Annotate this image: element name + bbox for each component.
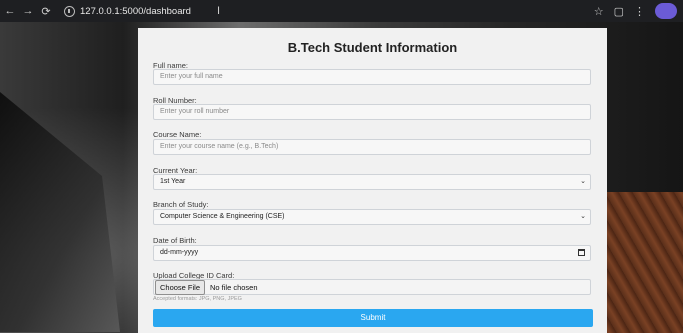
profile-avatar[interactable] bbox=[655, 3, 677, 19]
submit-button[interactable]: Submit bbox=[153, 309, 593, 327]
branch-select[interactable]: Computer Science & Engineering (CSE) ⌄ bbox=[153, 209, 591, 225]
dob-input[interactable]: dd-mm-yyyy bbox=[153, 245, 591, 261]
course-name-label: Course Name: bbox=[153, 130, 202, 139]
background-mug bbox=[0, 92, 120, 332]
chevron-down-icon: ⌄ bbox=[580, 213, 586, 220]
reload-icon[interactable]: ⟳ bbox=[38, 5, 54, 18]
site-info-icon[interactable] bbox=[64, 5, 75, 17]
background-wood bbox=[603, 192, 683, 333]
roll-number-input[interactable]: Enter your roll number bbox=[153, 104, 591, 120]
current-year-select[interactable]: 1st Year ⌄ bbox=[153, 174, 591, 190]
bookmark-star-icon[interactable]: ☆ bbox=[594, 5, 604, 18]
student-form: B.Tech Student Information Full name: En… bbox=[138, 28, 607, 333]
branch-value: Computer Science & Engineering (CSE) bbox=[160, 213, 285, 220]
back-arrow-icon[interactable]: ← bbox=[2, 5, 18, 17]
menu-icon[interactable]: ⋮ bbox=[634, 5, 645, 18]
file-status: No file chosen bbox=[209, 283, 258, 292]
toolbar-right: ☆ ▢ ⋮ bbox=[594, 3, 677, 19]
id-card-file-input[interactable]: Choose File No file chosen bbox=[153, 279, 591, 295]
dob-placeholder: dd-mm-yyyy bbox=[160, 249, 199, 256]
calendar-icon[interactable] bbox=[578, 249, 585, 256]
text-cursor-icon: I bbox=[216, 5, 220, 17]
form-title: B.Tech Student Information bbox=[287, 40, 458, 55]
url-text: 127.0.0.1:5000/dashboard bbox=[80, 5, 191, 17]
dob-label: Date of Birth: bbox=[153, 236, 197, 245]
choose-file-button[interactable]: Choose File bbox=[155, 280, 206, 295]
address-bar[interactable]: 127.0.0.1:5000/dashboard bbox=[64, 5, 191, 17]
current-year-value: 1st Year bbox=[160, 178, 186, 185]
chevron-down-icon: ⌄ bbox=[580, 178, 586, 185]
browser-toolbar: ← → ⟳ 127.0.0.1:5000/dashboard I ☆ ▢ ⋮ bbox=[0, 0, 683, 22]
tab-icon[interactable]: ▢ bbox=[614, 5, 624, 18]
branch-label: Branch of Study: bbox=[153, 200, 209, 209]
course-name-input[interactable]: Enter your course name (e.g., B.Tech) bbox=[153, 139, 591, 155]
file-format-hint: Accepted formats: JPG, PNG, JPEG bbox=[153, 296, 242, 302]
forward-arrow-icon[interactable]: → bbox=[20, 5, 36, 17]
full-name-input[interactable]: Enter your full name bbox=[153, 69, 591, 85]
